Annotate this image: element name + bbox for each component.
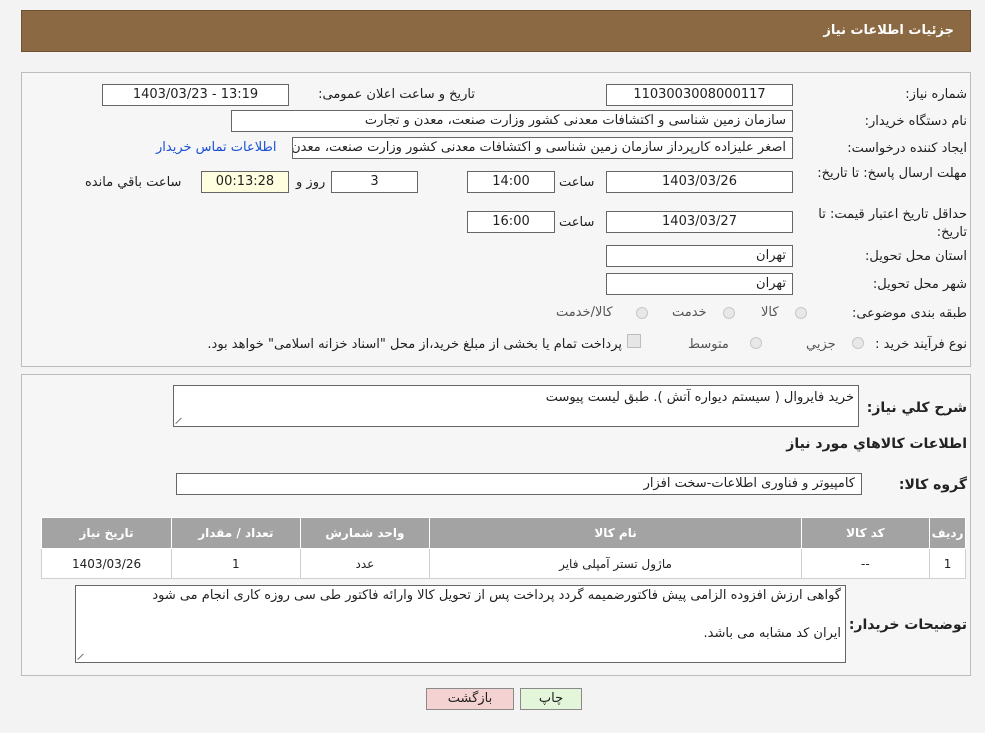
cell-row-number: 1	[929, 548, 966, 579]
category-goods-service-radio[interactable]	[636, 307, 648, 319]
category-service-radio[interactable]	[723, 307, 735, 319]
goods-group-field: کامپیوتر و فناوری اطلاعات-سخت افزار	[176, 473, 862, 495]
buyer-contact-link[interactable]: اطلاعات تماس خریدار	[156, 140, 276, 155]
need-number-field: 1103003008000117	[606, 84, 793, 106]
col-unit: واحد شمارش	[299, 517, 431, 549]
buyer-org-label: نام دستگاه خریدار:	[864, 114, 967, 129]
days-and-label: روز و	[296, 175, 326, 190]
process-medium-radio[interactable]	[750, 337, 762, 349]
remaining-time-field: 00:13:28	[201, 171, 289, 193]
goods-info-heading: اطلاعات کالاهاي مورد نياز	[786, 436, 967, 452]
cell-goods-code: --	[800, 548, 931, 579]
reply-time-label: ساعت	[559, 175, 595, 190]
category-goods-radio[interactable]	[795, 307, 807, 319]
requester-label: ایجاد کننده درخواست:	[847, 141, 967, 156]
requester-field: اصغر علیزاده کارپرداز سازمان زمین شناسی …	[292, 137, 793, 159]
cell-need-date: 1403/03/26	[40, 548, 173, 579]
validity-time-field: 16:00	[467, 211, 555, 233]
resize-grip-icon[interactable]	[176, 416, 184, 424]
col-row-number: ردیف	[929, 517, 966, 549]
buyer-notes-line2: ایران کد مشابه می باشد.	[703, 626, 841, 641]
table-row: 1 -- ماژول تستر آمپلی فایر عدد 1 1403/03…	[40, 548, 966, 579]
need-description-text: خرید فایروال ( سیستم دیواره آتش ). طبق ل…	[545, 390, 854, 405]
need-description-label: شرح کلي نياز:	[866, 400, 967, 416]
city-label: شهر محل تحویل:	[872, 277, 967, 292]
resize-grip-icon[interactable]	[78, 652, 86, 660]
reply-deadline-label: مهلت ارسال پاسخ: تا تاریخ:	[817, 166, 967, 181]
process-type-label: نوع فرآیند خرید :	[875, 337, 967, 352]
page-header: جزئیات اطلاعات نیاز	[21, 10, 971, 52]
print-button[interactable]: چاپ	[520, 688, 582, 710]
validity-date-field: 1403/03/27	[606, 211, 793, 233]
reply-date-field: 1403/03/26	[606, 171, 793, 193]
remaining-label: ساعت باقي مانده	[85, 175, 182, 190]
goods-table: ردیف کد کالا نام کالا واحد شمارش تعداد /…	[40, 517, 966, 579]
goods-table-header: ردیف کد کالا نام کالا واحد شمارش تعداد /…	[40, 517, 966, 549]
goods-group-label: گروه کالا:	[898, 477, 967, 493]
page-title: جزئیات اطلاعات نیاز	[823, 23, 954, 38]
process-medium-label: متوسط	[688, 337, 729, 352]
process-note: پرداخت تمام یا بخشی از مبلغ خرید،از محل …	[207, 337, 622, 352]
col-goods-code: کد کالا	[800, 517, 931, 549]
city-field: تهران	[606, 273, 793, 295]
price-validity-label: حداقل تاریخ اعتبار قیمت: تا تاریخ:	[818, 207, 967, 240]
col-need-date: تاریخ نیاز	[40, 517, 173, 549]
cell-goods-name: ماژول تستر آمپلی فایر	[429, 548, 802, 579]
province-label: استان محل تحویل:	[865, 249, 967, 264]
category-service-label: خدمت	[672, 305, 707, 320]
process-minor-label: جزيي	[806, 337, 836, 352]
col-quantity: تعداد / مقدار	[171, 517, 301, 549]
buyer-notes-textarea[interactable]: گواهی ارزش افزوده الزامی پیش فاکتورضمیمه…	[75, 585, 846, 663]
cell-quantity: 1	[171, 548, 301, 579]
announce-datetime-field: 1403/03/23 - 13:19	[102, 84, 289, 106]
buyer-notes-line1: گواهی ارزش افزوده الزامی پیش فاکتورضمیمه…	[152, 588, 841, 603]
validity-time-label: ساعت	[559, 215, 595, 230]
process-minor-radio[interactable]	[852, 337, 864, 349]
treasury-checkbox[interactable]	[627, 334, 641, 348]
need-description-textarea[interactable]: خرید فایروال ( سیستم دیواره آتش ). طبق ل…	[173, 385, 859, 427]
col-goods-name: نام کالا	[429, 517, 802, 549]
buyer-org-field: سازمان زمین شناسی و اکتشافات معدنی کشور …	[231, 110, 793, 132]
need-number-label: شماره نیاز:	[905, 87, 967, 102]
buyer-notes-label: توضیحات خریدار:	[848, 617, 967, 633]
reply-time-field: 14:00	[467, 171, 555, 193]
category-goods-label: کالا	[761, 305, 779, 320]
back-button[interactable]: بازگشت	[426, 688, 514, 710]
category-goods-service-label: کالا/خدمت	[556, 305, 613, 320]
category-label: طبقه بندی موضوعی:	[851, 306, 967, 321]
announce-datetime-label: تاریخ و ساعت اعلان عمومی:	[318, 87, 475, 102]
days-remaining-field: 3	[331, 171, 418, 193]
cell-unit: عدد	[299, 548, 431, 579]
province-field: تهران	[606, 245, 793, 267]
